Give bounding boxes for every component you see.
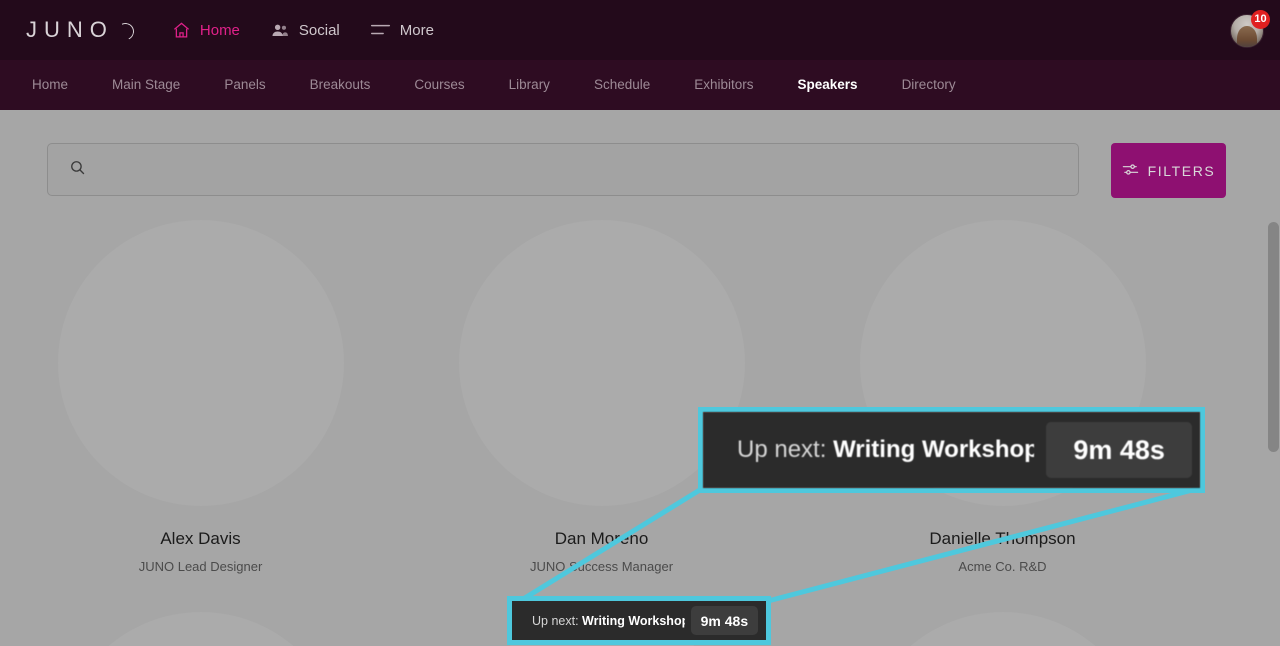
up-next-label-magnified: Up next: Writing Workshop	[737, 436, 1034, 464]
speaker-card[interactable]	[0, 611, 401, 646]
filters-button[interactable]: FILTERS	[1111, 143, 1226, 198]
search-input[interactable]	[98, 161, 998, 178]
tab-panels[interactable]: Panels	[202, 60, 287, 110]
nav-item-home-label: Home	[199, 21, 240, 39]
speaker-title: JUNO Success Manager	[529, 558, 674, 574]
menu-icon	[370, 22, 391, 38]
speaker-name: Dan Moreno	[554, 529, 649, 548]
tab-library[interactable]: Library	[487, 60, 572, 110]
tab-exhibitors[interactable]: Exhibitors	[672, 60, 775, 110]
tab-home[interactable]: Home	[10, 60, 90, 110]
search-input-wrapper[interactable]	[47, 143, 1079, 196]
speaker-avatar	[57, 220, 344, 506]
up-next-prefix: Up next:	[532, 613, 579, 628]
people-icon	[270, 21, 290, 40]
juno-logo[interactable]: JUNO	[26, 17, 137, 43]
nav-item-more-label: More	[399, 21, 434, 39]
speaker-name: Danielle Thompson	[929, 529, 1076, 548]
speaker-name: Alex Davis	[160, 529, 241, 548]
search-filter-row: FILTERS	[47, 143, 1226, 198]
section-tab-bar: Home Main Stage Panels Breakouts Courses…	[0, 60, 1280, 110]
filters-button-label: FILTERS	[1147, 162, 1216, 179]
speaker-avatar	[458, 220, 745, 506]
tab-breakouts[interactable]: Breakouts	[288, 60, 393, 110]
avatar-notification-group[interactable]: 10	[1230, 10, 1270, 48]
up-next-timer[interactable]: 9m 48s	[690, 606, 758, 635]
tab-main-stage[interactable]: Main Stage	[90, 60, 202, 110]
main-content: FILTERS Alex Davis JUNO Lead Designer Da…	[0, 110, 1280, 646]
speaker-card[interactable]: Dan Moreno JUNO Success Manager	[401, 220, 802, 574]
speaker-card[interactable]	[802, 611, 1203, 646]
search-icon	[69, 159, 86, 181]
nav-item-social-label: Social	[298, 21, 340, 39]
up-next-banner-magnified[interactable]: Up next: Writing Workshop 9m 48s	[703, 412, 1200, 488]
logo-ring-icon	[114, 20, 137, 42]
up-next-session-title: Writing Workshop	[582, 613, 685, 628]
primary-nav: Home Social More	[172, 21, 434, 40]
home-icon	[172, 21, 191, 40]
tab-speakers[interactable]: Speakers	[776, 60, 880, 110]
nav-item-more[interactable]: More	[370, 22, 434, 39]
logo-text: JUNO	[26, 17, 114, 42]
top-navigation-bar: JUNO Home Social More 10	[0, 0, 1280, 60]
up-next-timer-magnified[interactable]: 9m 48s	[1046, 422, 1192, 478]
tab-courses[interactable]: Courses	[392, 60, 486, 110]
tab-directory[interactable]: Directory	[880, 60, 978, 110]
up-next-label: Up next: Writing Workshop	[532, 614, 685, 628]
up-next-prefix-magnified: Up next:	[737, 436, 827, 463]
scrollbar-thumb[interactable]	[1268, 222, 1279, 452]
speaker-card[interactable]: Danielle Thompson Acme Co. R&D	[802, 220, 1203, 574]
speaker-avatar	[859, 611, 1146, 646]
nav-item-social[interactable]: Social	[270, 21, 340, 40]
up-next-banner[interactable]: Up next: Writing Workshop 9m 48s	[512, 601, 766, 640]
speaker-title: JUNO Lead Designer	[138, 558, 263, 574]
app-root: JUNO Home Social More 10 Home Main Stage…	[0, 0, 1280, 646]
up-next-session-title-magnified: Writing Workshop	[833, 436, 1035, 463]
nav-item-home[interactable]: Home	[172, 21, 240, 40]
sliders-icon	[1122, 162, 1139, 180]
tab-schedule[interactable]: Schedule	[572, 60, 672, 110]
speaker-avatar	[57, 611, 344, 646]
speaker-title: Acme Co. R&D	[958, 558, 1047, 574]
notification-badge[interactable]: 10	[1251, 10, 1270, 29]
vertical-scrollbar[interactable]	[1266, 220, 1280, 646]
speaker-card[interactable]: Alex Davis JUNO Lead Designer	[0, 220, 401, 574]
